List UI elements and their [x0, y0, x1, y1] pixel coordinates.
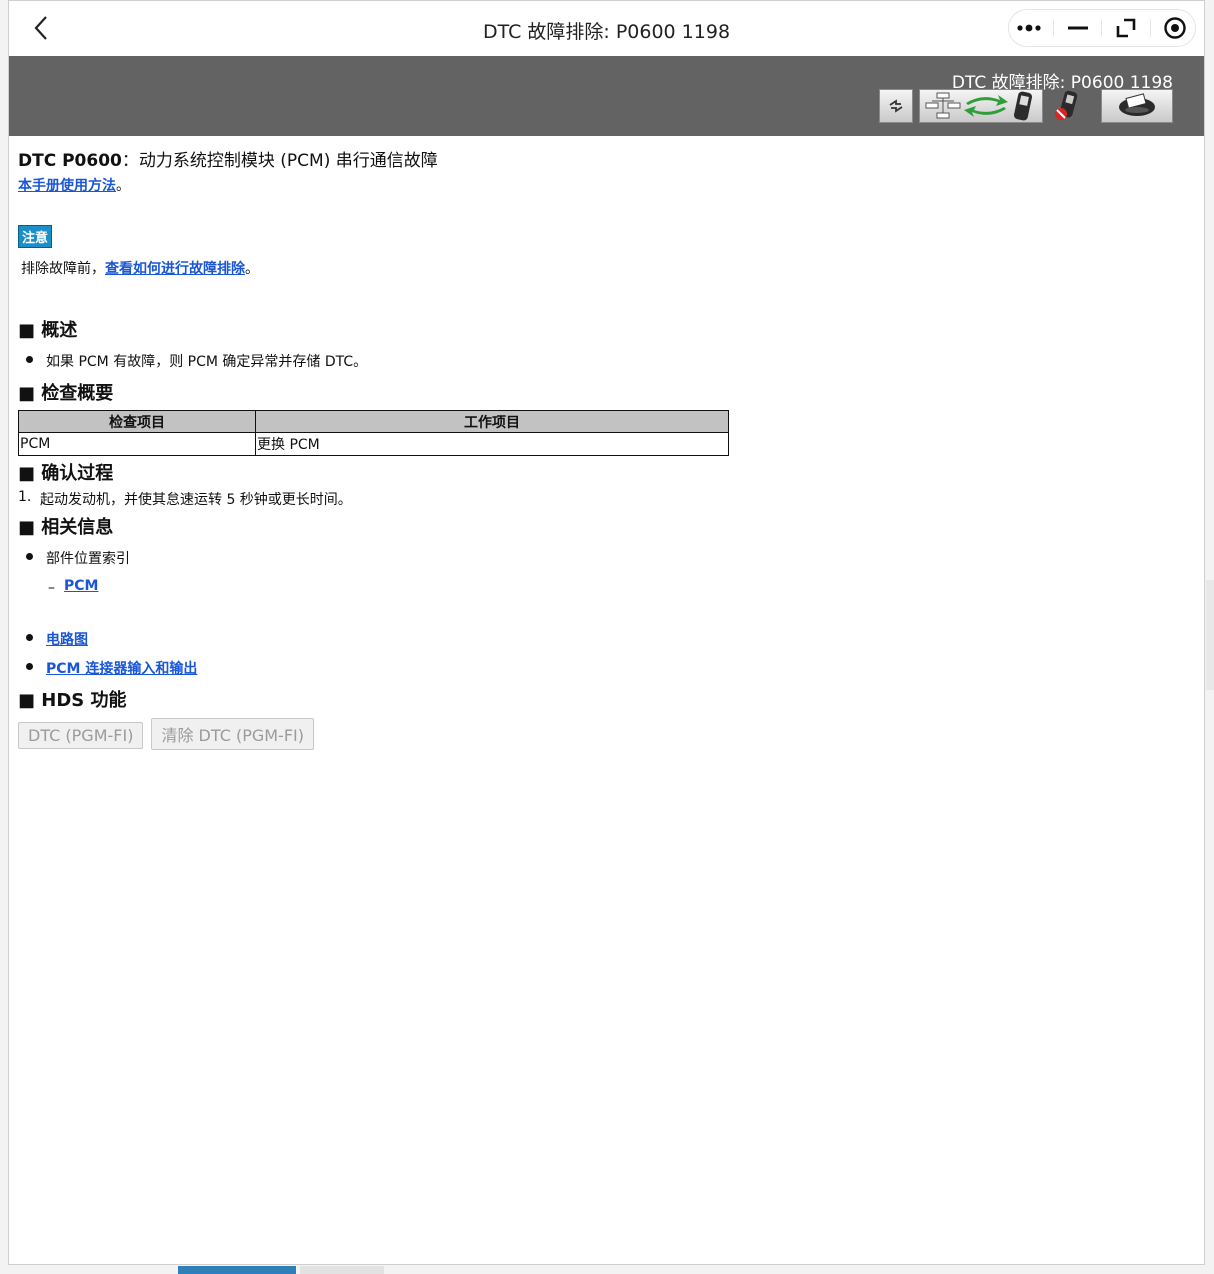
dtc-code: DTC P0600: [18, 151, 122, 171]
dtc-heading: DTC P0600：动力系统控制模块 (PCM) 串行通信故障: [18, 146, 1195, 171]
overview-item: 如果 PCM 有故障，则 PCM 确定异常并存储 DTC。: [18, 351, 1195, 371]
background-return-button: [300, 1266, 384, 1274]
confirm-step: 1. 起动发动机，并使其怠速运转 5 秒钟或更长时间。: [18, 489, 1195, 509]
table-row: PCM 更换 PCM: [18, 432, 729, 456]
connector-io-link[interactable]: PCM 连接器输入和输出: [46, 658, 197, 678]
more-dots-icon: [1017, 24, 1041, 32]
troubleshooting-guide-link[interactable]: 查看如何进行故障排除: [105, 261, 245, 277]
clear-dtc-pgm-fi-button[interactable]: 清除 DTC (PGM-FI): [151, 718, 314, 750]
inspection-table: 检查项目 工作项目 PCM 更换 PCM: [18, 410, 729, 456]
component-index-item: 部件位置索引: [18, 548, 1195, 568]
circuit-diagram-link[interactable]: 电路图: [46, 629, 88, 649]
scan-tool-disabled-icon: [1055, 90, 1078, 120]
step-number: 1.: [18, 489, 32, 505]
print-button[interactable]: [1101, 89, 1173, 123]
component-index-text: 部件位置索引: [46, 551, 130, 567]
document-toolbar: [879, 89, 1173, 125]
hds-heading: ■ HDS 功能: [18, 690, 127, 711]
confirm-heading: ■ 确认过程: [18, 463, 114, 484]
manual-usage-line: 本手册使用方法。: [18, 175, 1195, 195]
restore-window-icon: [1116, 18, 1136, 38]
restore-button[interactable]: [1109, 13, 1143, 43]
capsule-divider: [1149, 19, 1151, 37]
dtc-pgm-fi-button[interactable]: DTC (PGM-FI): [18, 722, 144, 749]
printer-icon: [1119, 93, 1155, 116]
overview-item-text: 如果 PCM 有故障，则 PCM 确定异常并存储 DTC。: [46, 354, 368, 370]
capsule-divider: [1053, 19, 1055, 37]
inspection-heading: ■ 检查概要: [18, 383, 114, 404]
background-window-edge: [1206, 580, 1214, 690]
table-cell: 更换 PCM: [255, 432, 729, 456]
note-prefix: 排除故障前，: [21, 261, 105, 277]
minus-icon: [1067, 26, 1088, 30]
dtc-description: ：动力系统控制模块 (PCM) 串行通信故障: [121, 151, 438, 171]
column-header: 检查项目: [18, 410, 256, 433]
scan-tool-icon: [1013, 91, 1033, 121]
note-suffix: 。: [245, 261, 259, 277]
flowchart-icon: [925, 92, 961, 119]
bullet-icon: [26, 553, 33, 560]
document-body: DTC P0600：动力系统控制模块 (PCM) 串行通信故障 本手册使用方法。…: [9, 136, 1204, 760]
mini-program-window: DTC 故障排除: P0600 1198 DTC 故障排除: P0600 119…: [8, 0, 1205, 1265]
bullet-icon: [26, 663, 33, 670]
capsule-menu: [1008, 9, 1196, 47]
related-heading: ■ 相关信息: [18, 517, 114, 538]
document-header-bar: DTC 故障排除: P0600 1198: [9, 56, 1204, 136]
dash-marker: –: [48, 580, 55, 596]
circuit-diagram-item: 电路图: [18, 629, 1195, 649]
note-badge: 注意: [18, 225, 53, 248]
note-text: 排除故障前，查看如何进行故障排除。: [21, 258, 1195, 278]
pcm-location-link[interactable]: PCM: [64, 578, 98, 594]
titlebar: DTC 故障排除: P0600 1198: [9, 1, 1204, 56]
step-text: 起动发动机，并使其怠速运转 5 秒钟或更长时间。: [40, 492, 352, 508]
manual-usage-suffix: 。: [116, 178, 130, 194]
bullet-icon: [26, 356, 33, 363]
column-header: 工作项目: [255, 410, 729, 433]
flowchart-sync-button[interactable]: [919, 89, 1043, 123]
manual-usage-link[interactable]: 本手册使用方法: [18, 178, 116, 194]
refresh-icon: [889, 99, 903, 113]
close-button[interactable]: [1158, 13, 1192, 43]
sync-arrows-icon: [964, 95, 1008, 117]
table-header-row: 检查项目 工作项目: [18, 410, 729, 433]
connector-io-item: PCM 连接器输入和输出: [18, 658, 1195, 678]
scan-tool-disabled-button[interactable]: [1049, 89, 1087, 123]
background-confirm-button: [178, 1266, 296, 1274]
bullet-icon: [26, 634, 33, 641]
table-cell: PCM: [18, 432, 256, 456]
overview-heading: ■ 概述: [18, 320, 78, 341]
hds-buttons: DTC (PGM-FI) 清除 DTC (PGM-FI): [18, 718, 1195, 750]
pcm-location-item: – PCM: [48, 576, 1195, 596]
capsule-divider: [1101, 19, 1103, 37]
minimize-button[interactable]: [1061, 13, 1095, 43]
target-close-icon: [1163, 17, 1186, 39]
more-button[interactable]: [1012, 13, 1046, 43]
refresh-button[interactable]: [879, 89, 913, 123]
